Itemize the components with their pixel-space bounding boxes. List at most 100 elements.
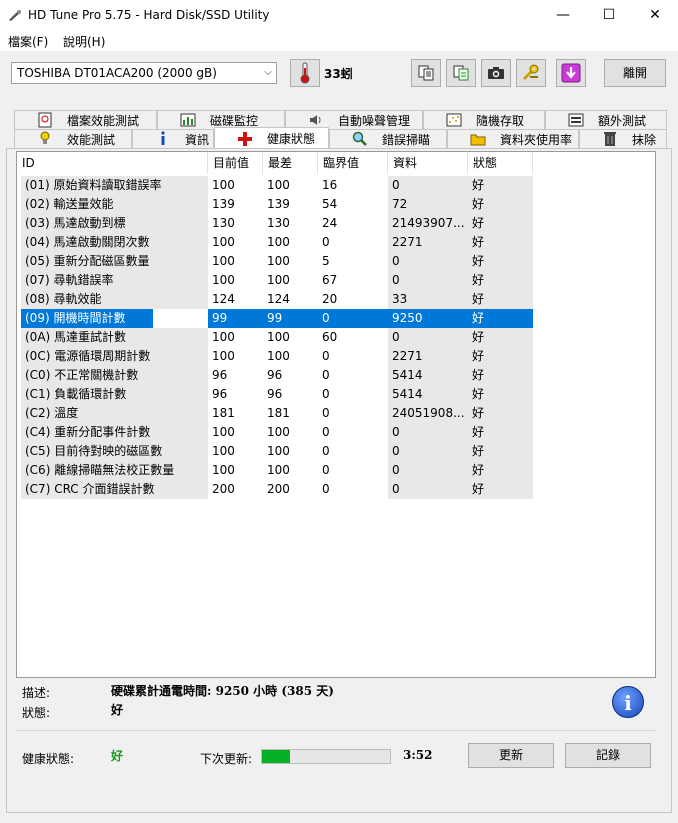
cell-data: 0 (388, 423, 468, 442)
cell-attribute: (0A) 馬達重試計數 (21, 328, 208, 347)
save-button[interactable] (556, 59, 586, 87)
cell-current: 100 (208, 461, 263, 480)
column-header-current[interactable]: 目前值 (208, 152, 263, 174)
screenshot-button[interactable] (481, 59, 511, 87)
cell-status: 好 (468, 214, 533, 233)
column-header-id[interactable]: ID (17, 152, 208, 174)
tab-benchmark[interactable]: 效能測試 (14, 129, 132, 148)
table-row[interactable]: (C1) 負載循環計數 96 96 0 5414 好 (17, 385, 655, 404)
cell-current: 100 (208, 328, 263, 347)
cell-worst: 181 (263, 404, 318, 423)
cell-attribute: (C1) 負載循環計數 (21, 385, 208, 404)
tab-extra-tests[interactable]: 額外測試 (545, 110, 667, 129)
cell-attribute: (0C) 電源循環周期計數 (21, 347, 208, 366)
table-row[interactable]: (08) 尋軌效能 124 124 20 33 好 (17, 290, 655, 309)
column-header-threshold[interactable]: 臨界值 (318, 152, 388, 174)
trash-icon (602, 131, 618, 147)
table-row[interactable]: (C7) CRC 介面錯誤計數 200 200 0 0 好 (17, 480, 655, 499)
cell-status: 好 (468, 442, 533, 461)
cell-threshold: 0 (318, 366, 388, 385)
tab-erase[interactable]: 抹除 (579, 129, 667, 148)
refresh-button[interactable]: 更新 (468, 743, 554, 768)
menu-file[interactable]: 檔案(F) (8, 33, 48, 50)
chevron-down-icon: ⌵ (264, 67, 272, 78)
table-row[interactable]: (C0) 不正常關機計數 96 96 0 5414 好 (17, 366, 655, 385)
cell-threshold: 0 (318, 347, 388, 366)
speaker-icon (308, 112, 324, 128)
tab-label: 抹除 (632, 132, 657, 147)
cell-data: 2271 (388, 347, 468, 366)
copy-icon (418, 65, 434, 81)
table-row[interactable]: (09) 開機時間計數 99 99 0 9250 好 (17, 309, 655, 328)
folder-icon (470, 131, 486, 147)
table-row[interactable]: (0A) 馬達重試計數 100 100 60 0 好 (17, 328, 655, 347)
table-row[interactable]: (05) 重新分配磁區數量 100 100 5 0 好 (17, 252, 655, 271)
cell-status: 好 (468, 233, 533, 252)
temperature-value: 33蚓 (324, 67, 353, 81)
cell-current: 100 (208, 442, 263, 461)
drive-select[interactable]: TOSHIBA DT01ACA200 (2000 gB) ⌵ (11, 62, 277, 84)
options-button[interactable] (516, 59, 546, 87)
table-row[interactable]: (C6) 離線掃瞄無法校正數量 100 100 0 0 好 (17, 461, 655, 480)
info-icon[interactable]: i (612, 686, 644, 718)
tab-label: 隨機存取 (476, 113, 525, 128)
table-row[interactable]: (07) 尋軌錯誤率 100 100 67 0 好 (17, 271, 655, 290)
cell-data: 2271 (388, 233, 468, 252)
cell-threshold: 67 (318, 271, 388, 290)
exit-button[interactable]: 離開 (604, 59, 666, 87)
info-small-icon (155, 131, 171, 147)
table-row[interactable]: (C4) 重新分配事件計數 100 100 0 0 好 (17, 423, 655, 442)
cell-current: 100 (208, 176, 263, 195)
description-value: 硬碟累計通電時間: 9250 小時 (385 天) (111, 684, 334, 698)
smart-table[interactable]: ID 目前值 最差 臨界值 資料 狀態 (01) 原始資料讀取錯誤率 100 100… (16, 151, 656, 678)
monitor-chart-icon (180, 112, 196, 128)
table-row[interactable]: (02) 輸送量效能 139 139 54 72 好 (17, 195, 655, 214)
column-header-status[interactable]: 狀態 (468, 152, 533, 174)
tab-label: 資料夾使用率 (500, 132, 573, 147)
table-row[interactable]: (03) 馬達啟動到標 130 130 24 21493907... 好 (17, 214, 655, 233)
thermometer-icon (300, 62, 310, 84)
column-header-worst[interactable]: 最差 (263, 152, 318, 174)
tab-error-scan[interactable]: 錯誤掃瞄 (329, 129, 447, 148)
copy-all-button[interactable] (446, 59, 476, 87)
table-row[interactable]: (04) 馬達啟動關閉次數 100 100 0 2271 好 (17, 233, 655, 252)
cell-threshold: 0 (318, 309, 388, 328)
tab-file-benchmark[interactable]: 檔案效能測試 (14, 110, 157, 129)
cell-status: 好 (468, 480, 533, 499)
cell-attribute: (04) 馬達啟動關閉次數 (21, 233, 208, 252)
tab-health[interactable]: 健康狀態 (214, 127, 329, 149)
copy-text-button[interactable] (411, 59, 441, 87)
tab-folder-usage[interactable]: 資料夾使用率 (447, 129, 579, 148)
tab-info[interactable]: 資訊 (132, 129, 214, 148)
table-row[interactable]: (C2) 溫度 181 181 0 24051908... 好 (17, 404, 655, 423)
cell-status: 好 (468, 290, 533, 309)
cell-status: 好 (468, 328, 533, 347)
cell-attribute: (08) 尋軌效能 (21, 290, 208, 309)
menu-help[interactable]: 說明(H) (63, 33, 105, 50)
cell-worst: 200 (263, 480, 318, 499)
table-row[interactable]: (01) 原始資料讀取錯誤率 100 100 16 0 好 (17, 176, 655, 195)
cell-worst: 100 (263, 347, 318, 366)
cell-worst: 100 (263, 461, 318, 480)
cell-data: 24051908... (388, 404, 468, 423)
close-button[interactable]: ✕ (632, 0, 678, 31)
table-row[interactable]: (C5) 目前待對映的磁區數 100 100 0 0 好 (17, 442, 655, 461)
cell-threshold: 0 (318, 461, 388, 480)
cell-attribute: (C5) 目前待對映的磁區數 (21, 442, 208, 461)
drive-select-value: TOSHIBA DT01ACA200 (2000 gB) (17, 66, 217, 80)
column-header-data[interactable]: 資料 (388, 152, 468, 174)
table-row[interactable]: (0C) 電源循環周期計數 100 100 0 2271 好 (17, 347, 655, 366)
next-update-label: 下次更新: (200, 752, 253, 766)
log-button[interactable]: 記錄 (565, 743, 651, 768)
minimize-button[interactable]: — (540, 0, 586, 31)
health-status-value: 好 (111, 749, 124, 763)
cell-current: 139 (208, 195, 263, 214)
cell-attribute: (C0) 不正常關機計數 (21, 366, 208, 385)
maximize-button[interactable]: ☐ (586, 0, 632, 31)
thermometer-button[interactable] (290, 59, 320, 87)
cell-current: 100 (208, 423, 263, 442)
cell-status: 好 (468, 423, 533, 442)
tab-random-access[interactable]: 隨機存取 (423, 110, 545, 129)
cell-data: 0 (388, 480, 468, 499)
extra-tests-icon (568, 112, 584, 128)
